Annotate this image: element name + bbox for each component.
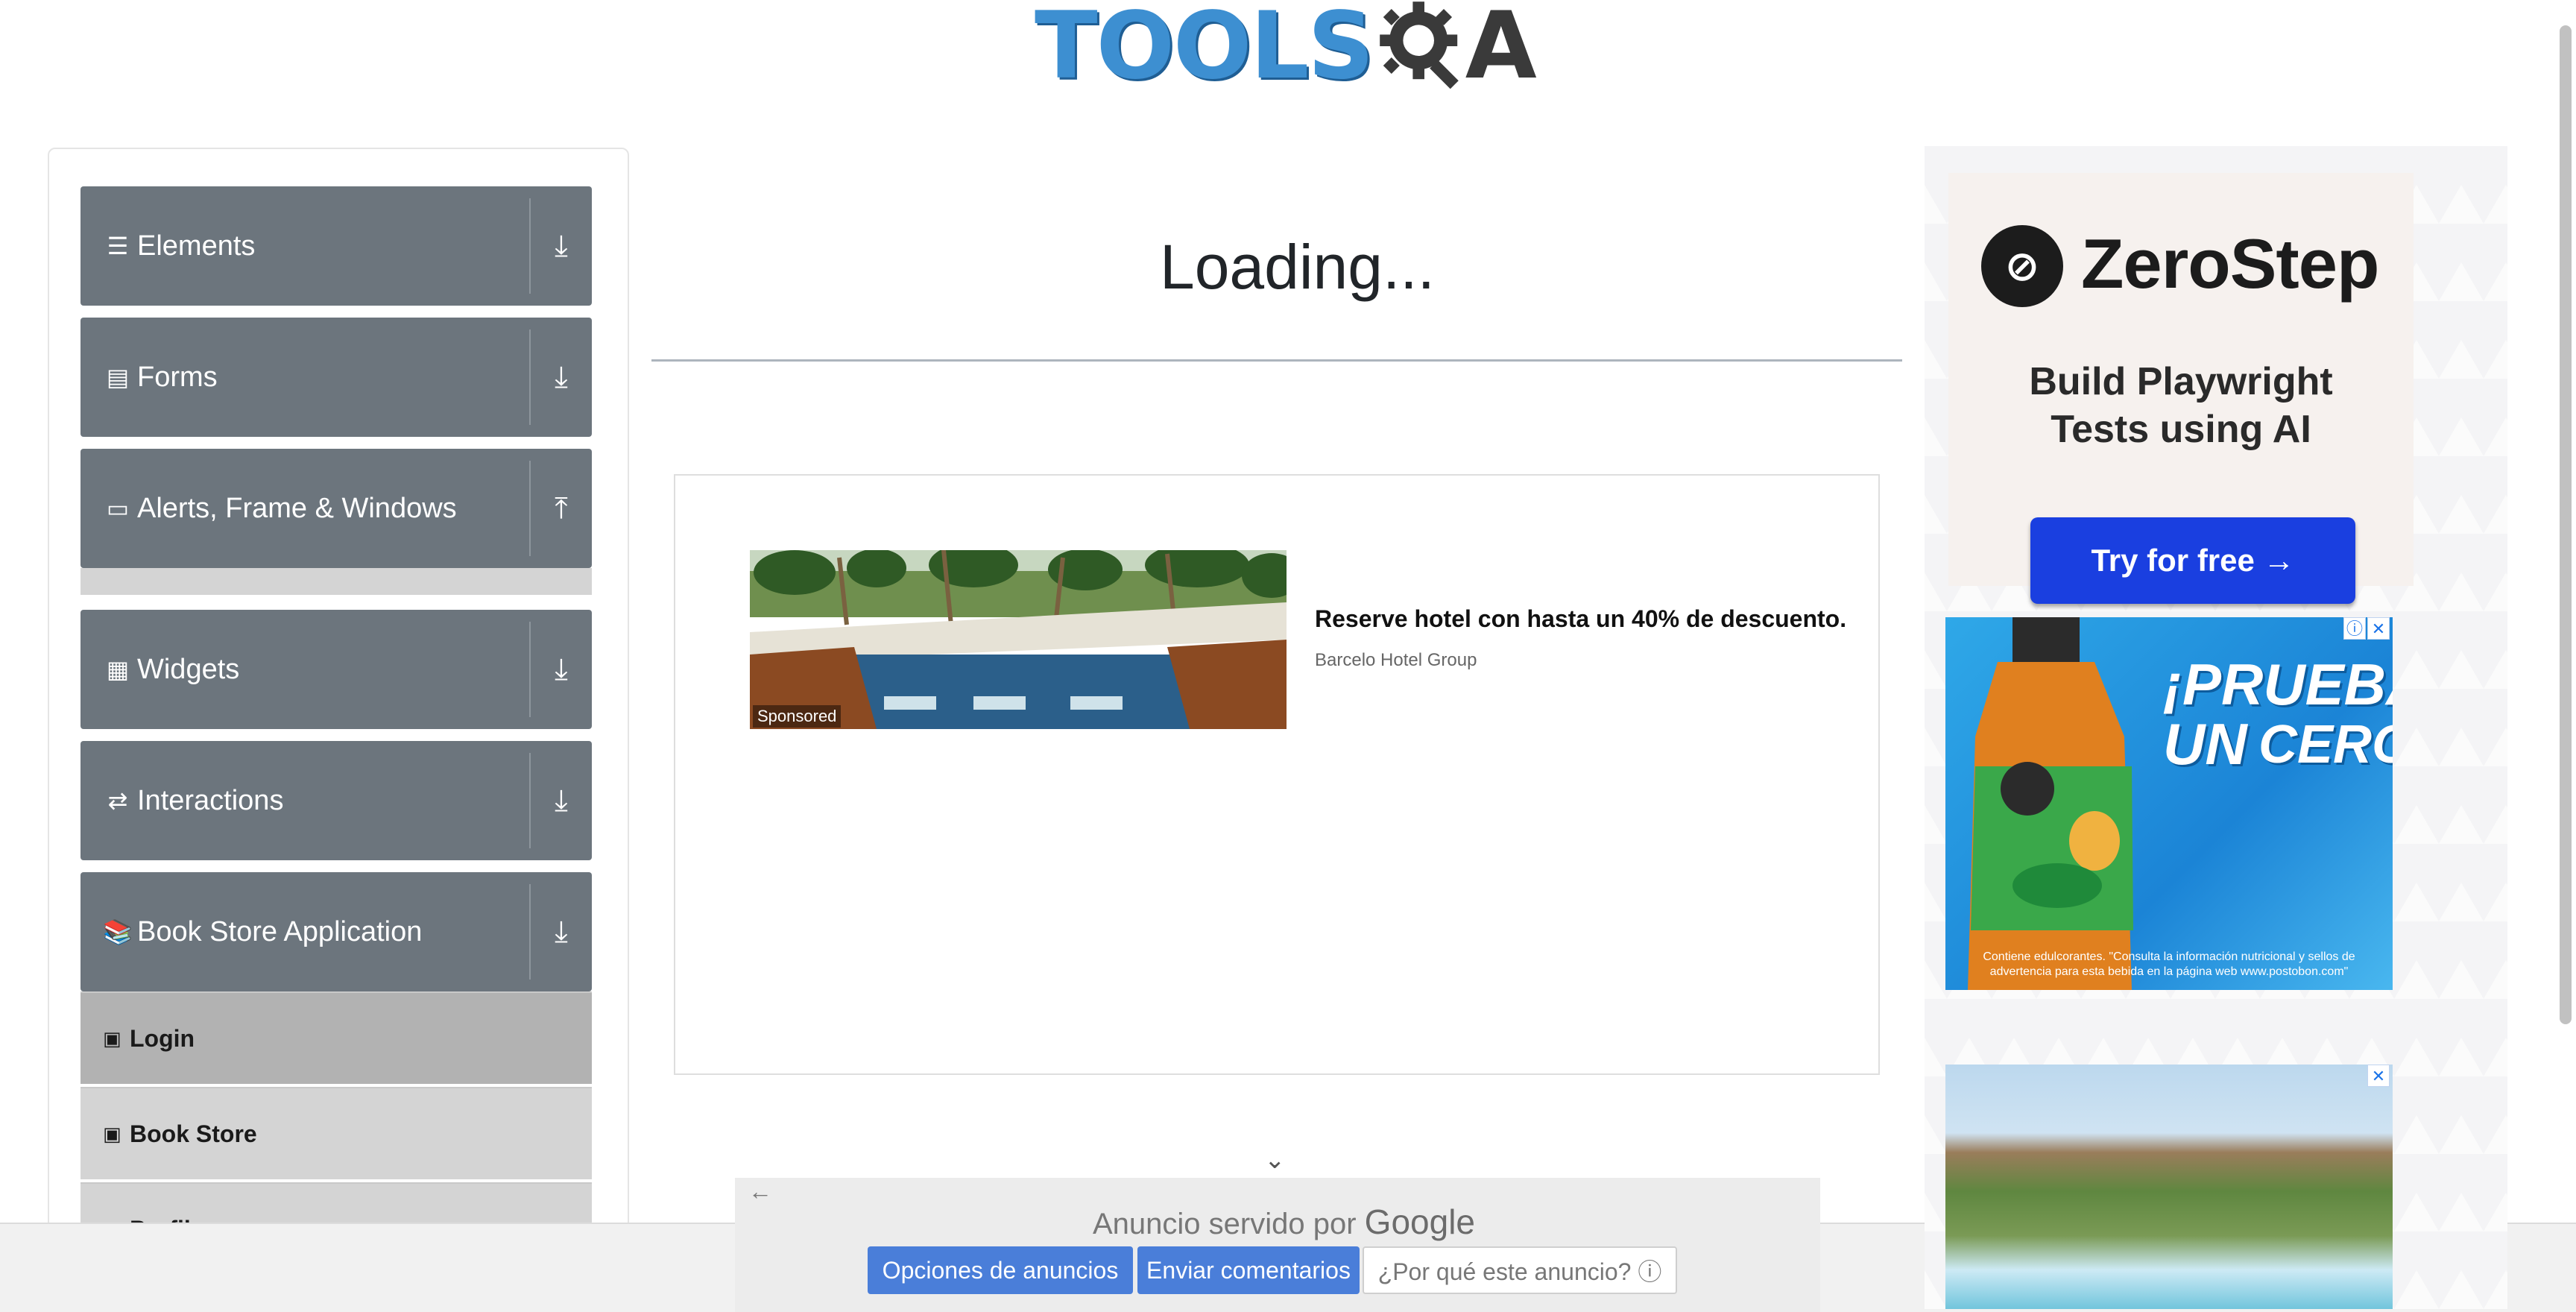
download-arrow-icon: ⤓: [555, 229, 568, 262]
sidebar-group-interactions[interactable]: ⇄ Interactions ⤓: [80, 741, 592, 860]
document-icon: ▤: [106, 364, 130, 391]
hamburger-icon: ☰: [107, 233, 129, 259]
sidebar-group-label: Widgets: [137, 653, 240, 685]
ad-info-icon[interactable]: ⓘ: [2343, 617, 2366, 640]
page-scrollbar[interactable]: [2560, 25, 2572, 1024]
upload-arrow-icon: ⤒: [555, 491, 568, 525]
hotel-illustration: [750, 550, 1287, 729]
zerostep-ad[interactable]: ⊘ ZeroStep Build Playwright Tests using …: [1948, 173, 2414, 604]
sponsored-label: Sponsored: [753, 705, 842, 728]
logo-text-a: A: [1465, 0, 1537, 100]
interactions-icon: ⇄: [107, 787, 128, 814]
ad-close-icon[interactable]: ✕: [2367, 617, 2390, 640]
send-feedback-button[interactable]: Enviar comentarios: [1137, 1246, 1360, 1294]
ad-advertiser[interactable]: Barcelo Hotel Group: [1315, 650, 1477, 671]
ad-options-button[interactable]: Opciones de anuncios: [868, 1246, 1133, 1294]
sidebar-group-label: Interactions: [137, 784, 284, 816]
zerostep-name: ZeroStep: [2081, 224, 2379, 303]
toolsqa-logo[interactable]: TOOLS A: [1035, 0, 1537, 98]
logo-text-tools: TOOLS: [1035, 0, 1374, 100]
sidebar-group-label: Book Store Application: [137, 915, 423, 947]
sidebar-item-book-store[interactable]: ▣ Book Store: [80, 1087, 592, 1179]
gear-magnifier-icon: [1379, 1, 1459, 89]
sidebar-group-label: Forms: [137, 361, 218, 393]
html5-icon: ▣: [103, 1026, 121, 1050]
google-ad-panel: ← Anuncio servido por Google Opciones de…: [735, 1178, 1820, 1312]
ad-served-by: Anuncio servido por Google: [1093, 1202, 1475, 1242]
zerostep-tagline-line-1: Build Playwright: [2029, 360, 2333, 403]
download-arrow-icon: ⤓: [555, 652, 568, 686]
try-for-free-button[interactable]: Try for free →: [2030, 517, 2355, 604]
mr-tea-ad[interactable]: ¡PRUEBA UN CERO Contiene edulcorantes. "…: [1945, 617, 2393, 990]
zerostep-tagline: Build Playwright Tests using AI: [1948, 358, 2414, 453]
why-this-ad-button[interactable]: ¿Por qué este anuncio? ⓘ: [1363, 1246, 1677, 1294]
divider: [651, 359, 1902, 362]
ad-title[interactable]: Reserve hotel con hasta un 40% de descue…: [1315, 605, 1846, 633]
ad-close-icon[interactable]: ✕: [2367, 1065, 2390, 1087]
left-sidebar: ☰ Elements ⤓ ▤ Forms ⤓ ▭ Alerts, Frame &…: [48, 148, 629, 1312]
widgets-icon: ▦: [106, 656, 130, 683]
download-arrow-icon: ⤓: [555, 915, 568, 948]
resort-ad-image[interactable]: ✕: [1945, 1065, 2393, 1309]
chevron-down-icon[interactable]: ⌄: [1264, 1145, 1286, 1175]
hotel-pool-image[interactable]: Sponsored: [750, 550, 1287, 729]
sidebar-item-label: Book Store: [130, 1120, 257, 1147]
html5-icon: ▣: [103, 1122, 121, 1145]
sidebar-group-book-store[interactable]: 📚 Book Store Application ⤓: [80, 872, 592, 991]
tea-cero: CERO: [2258, 715, 2393, 775]
sidebar-item-login[interactable]: ▣ Login: [80, 991, 592, 1084]
sidebar-item-label: Login: [130, 1024, 195, 1052]
sidebar-group-label: Alerts, Frame & Windows: [137, 492, 457, 524]
collapsed-submenu-strip: [80, 568, 592, 595]
sponsored-ad[interactable]: Sponsored Reserve hotel con hasta un 40%…: [674, 474, 1880, 1075]
tea-legal-text: Contiene edulcorantes. "Consulta la info…: [1983, 950, 2355, 978]
sidebar-group-widgets[interactable]: ▦ Widgets ⤓: [80, 610, 592, 729]
right-ad-column: ⊘ ZeroStep Build Playwright Tests using …: [1925, 146, 2507, 1309]
download-arrow-icon: ⤓: [555, 360, 568, 394]
download-arrow-icon: ⤓: [555, 783, 568, 817]
served-by-text: Anuncio servido por: [1093, 1208, 1357, 1240]
library-icon: 📚: [103, 918, 133, 945]
zerostep-logo-icon: ⊘: [1981, 225, 2063, 307]
zerostep-tagline-line-2: Tests using AI: [2051, 408, 2311, 451]
sidebar-group-forms[interactable]: ▤ Forms ⤓: [80, 318, 592, 437]
back-arrow-icon[interactable]: ←: [748, 1178, 772, 1205]
page-title: Loading...: [1160, 232, 1435, 302]
window-icon: ▭: [106, 495, 130, 522]
sidebar-group-label: Elements: [137, 230, 256, 262]
google-logo: Google: [1364, 1202, 1476, 1241]
sidebar-group-alerts[interactable]: ▭ Alerts, Frame & Windows ⤒: [80, 449, 592, 568]
sidebar-group-elements[interactable]: ☰ Elements ⤓: [80, 186, 592, 306]
